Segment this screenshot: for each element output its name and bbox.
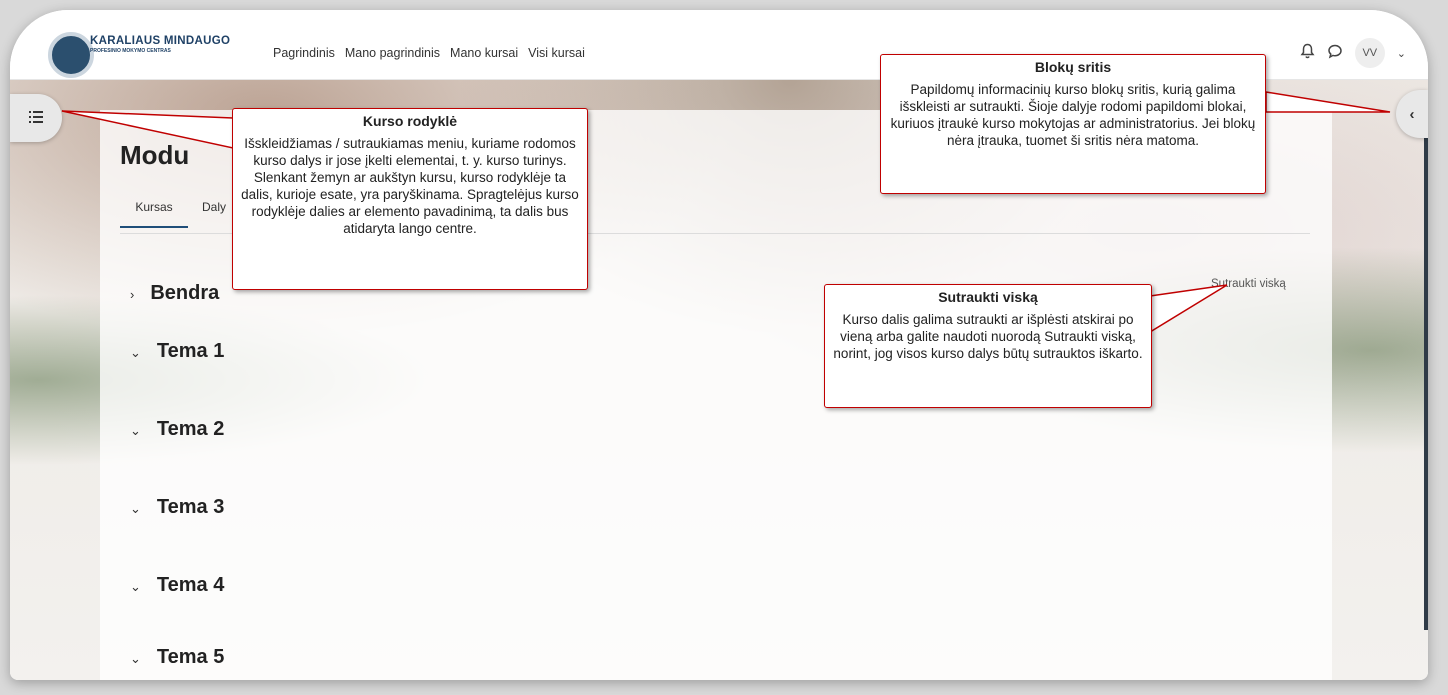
callout-title: Sutraukti viską bbox=[938, 289, 1038, 305]
blocks-area-callout: Blokų sritis Papildomų informacinių kurs… bbox=[880, 54, 1266, 194]
logo-emblem[interactable] bbox=[48, 32, 94, 78]
user-avatar[interactable]: VV bbox=[1354, 38, 1385, 68]
chat-bubble-icon[interactable] bbox=[1327, 43, 1343, 63]
course-index-icon bbox=[29, 110, 43, 127]
course-title: Modu bbox=[120, 140, 190, 170]
callout-title: Blokų sritis bbox=[1034, 59, 1112, 75]
nav-link-dashboard[interactable]: Mano pagrindinis bbox=[345, 46, 440, 60]
callout-body: Išskleidžiamas / sutraukiamas meniu, kur… bbox=[241, 136, 579, 236]
course-section[interactable]: ⌄ Tema 3 bbox=[130, 496, 224, 519]
logo-text[interactable]: KARALIAUS MINDAUGO PROFESINIO MOKYMO CEN… bbox=[90, 35, 230, 54]
chevron-down-icon[interactable]: ⌄ bbox=[130, 579, 141, 595]
chevron-down-icon[interactable]: ⌄ bbox=[130, 345, 141, 361]
course-index-toggle-button[interactable] bbox=[10, 94, 62, 142]
course-index-callout: Kurso rodyklė Išskleidžiamas / sutraukia… bbox=[232, 108, 588, 290]
section-title[interactable]: Bendra bbox=[150, 282, 219, 305]
user-controls: VV ⌄ bbox=[1300, 38, 1406, 68]
chevron-down-icon[interactable]: ⌄ bbox=[130, 423, 141, 439]
course-section[interactable]: ⌄ Tema 4 bbox=[130, 574, 224, 597]
course-section[interactable]: › Bendra bbox=[130, 282, 219, 305]
section-title[interactable]: Tema 5 bbox=[157, 646, 224, 669]
primary-navigation: Pagrindinis Mano pagrindinis Mano kursai… bbox=[273, 46, 585, 60]
course-section[interactable]: ⌄ Tema 1 bbox=[130, 340, 224, 363]
chevron-down-icon[interactable]: ⌄ bbox=[130, 501, 141, 517]
nav-link-all-courses[interactable]: Visi kursai bbox=[528, 46, 585, 60]
chevron-down-icon[interactable]: ⌄ bbox=[1397, 47, 1406, 60]
tab-participants[interactable]: Daly bbox=[202, 200, 226, 214]
logo-title: KARALIAUS MINDAUGO bbox=[90, 35, 231, 47]
callout-body: Kurso dalis galima sutraukti ar išplėsti… bbox=[833, 312, 1143, 361]
logo-subtitle: PROFESINIO MOKYMO CENTRAS bbox=[90, 48, 171, 54]
course-section[interactable]: ⌄ Tema 5 bbox=[130, 646, 224, 669]
section-title[interactable]: Tema 2 bbox=[157, 418, 224, 441]
tab-course[interactable]: Kursas bbox=[120, 194, 188, 228]
collapse-all-callout: Sutraukti viską Kurso dalis galima sutra… bbox=[824, 284, 1152, 408]
chevron-down-icon[interactable]: ⌄ bbox=[130, 651, 141, 667]
nav-link-my-courses[interactable]: Mano kursai bbox=[450, 46, 518, 60]
nav-link-home[interactable]: Pagrindinis bbox=[273, 46, 335, 60]
callout-body: Papildomų informacinių kurso blokų sriti… bbox=[890, 82, 1256, 148]
chevron-left-icon: ‹ bbox=[1409, 105, 1415, 123]
collapse-all-link[interactable]: Sutraukti viską bbox=[1211, 278, 1286, 290]
course-section[interactable]: ⌄ Tema 2 bbox=[130, 418, 224, 441]
section-title[interactable]: Tema 4 bbox=[157, 574, 224, 597]
section-title[interactable]: Tema 3 bbox=[157, 496, 224, 519]
bell-icon[interactable] bbox=[1300, 43, 1315, 63]
section-title[interactable]: Tema 1 bbox=[157, 340, 224, 363]
callout-title: Kurso rodyklė bbox=[362, 113, 458, 129]
drawer-scrollbar bbox=[1424, 90, 1428, 630]
chevron-right-icon[interactable]: › bbox=[130, 287, 134, 302]
